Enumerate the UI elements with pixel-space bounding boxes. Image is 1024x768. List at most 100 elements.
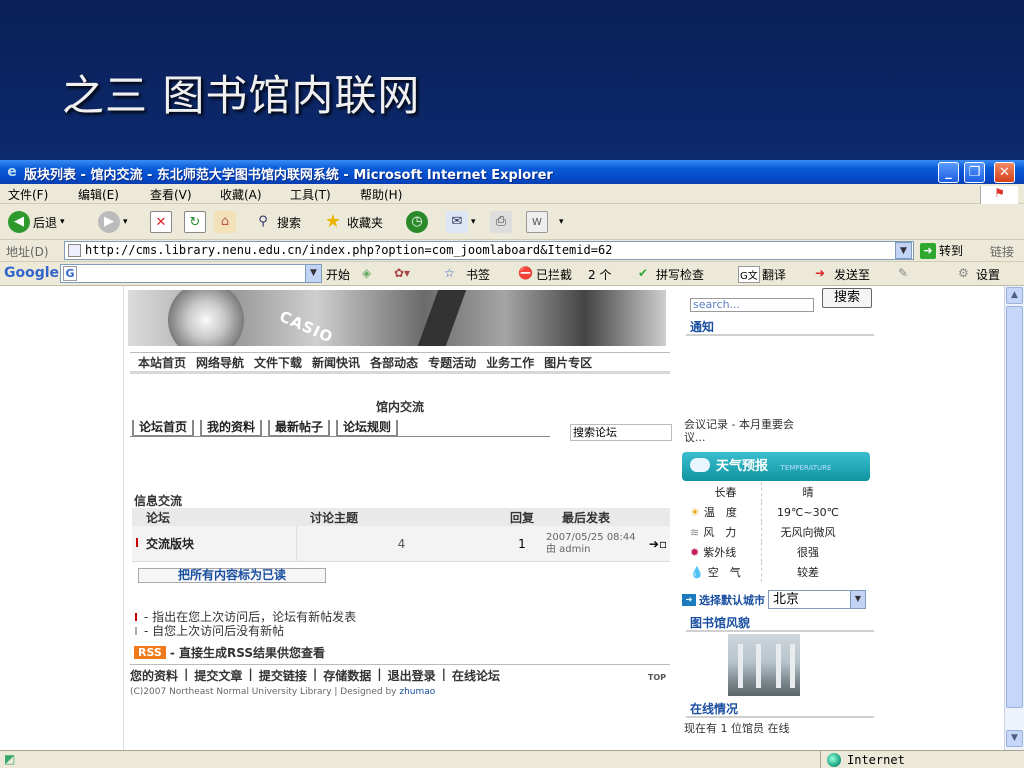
nav-downloads[interactable]: 文件下载 <box>254 354 302 371</box>
google-search-input[interactable]: G ▼ <box>60 264 322 283</box>
choose-default-city-button[interactable]: ➜ 选择默认城市 <box>682 592 765 608</box>
sidebar-search-button[interactable]: 搜索 <box>822 288 872 308</box>
menu-favorites[interactable]: 收藏(A) <box>220 186 262 203</box>
forum-tab-rules[interactable]: 论坛规则 <box>336 420 399 436</box>
menu-help[interactable]: 帮助(H) <box>360 186 402 203</box>
vertical-scrollbar[interactable]: ▲ ▼ <box>1004 286 1024 750</box>
google-news-icon[interactable]: ◈ <box>362 266 371 280</box>
google-pagerank-icon[interactable]: ✿▾ <box>394 266 410 280</box>
settings-button[interactable]: 设置 <box>976 266 1000 283</box>
address-input[interactable]: http://cms.library.nenu.edu.cn/index.php… <box>64 241 914 260</box>
footer-link-submit-link[interactable]: 提交链接 <box>259 667 307 684</box>
legend-no-new-posts: - 自您上次访问后没有新帖 <box>134 624 356 638</box>
home-icon: ⌂ <box>214 211 236 233</box>
library-photo[interactable] <box>728 634 800 696</box>
weather-title: 天气预报 <box>716 459 769 474</box>
rss-text: - 直接生成RSS结果供您查看 <box>169 646 325 660</box>
minimize-button[interactable]: _ <box>938 162 959 183</box>
sidebar-search-input[interactable]: search... <box>690 298 814 312</box>
restore-button[interactable]: ❐ <box>964 162 985 183</box>
footer-link-profile[interactable]: 您的资料 <box>130 667 178 684</box>
weather-label-air: 空 气 <box>707 566 741 579</box>
print-button[interactable]: ⎙ <box>490 210 512 234</box>
forum-search-input[interactable]: 搜索论坛 <box>570 424 672 441</box>
scroll-down-icon[interactable]: ▼ <box>1006 730 1023 747</box>
forum-tab-profile[interactable]: 我的资料 <box>200 420 263 436</box>
wind-icon: ≋ <box>690 525 700 539</box>
google-start-button[interactable]: 开始 <box>326 266 350 283</box>
rss-badge[interactable]: RSS <box>134 646 166 659</box>
nav-work[interactable]: 业务工作 <box>486 354 534 371</box>
page-footer: 您的资料 | 提交文章 | 提交链接 | 存储数据 | 退出登录 | 在线论坛 (C)20… <box>130 664 670 697</box>
translate-button[interactable]: 翻译 <box>762 266 786 283</box>
forward-button[interactable]: ▶ ▾ <box>98 210 128 234</box>
scroll-thumb[interactable] <box>1006 306 1023 708</box>
menu-edit[interactable]: 编辑(E) <box>78 186 119 203</box>
print-icon: ⎙ <box>490 211 512 233</box>
forum-tab-home[interactable]: 论坛首页 <box>132 420 195 436</box>
forum-name-link[interactable]: 交流版块 <box>132 535 296 552</box>
notice-item-link[interactable]: 会议记录 - 本月重要会 议... <box>684 418 794 444</box>
rss-row[interactable]: RSS - 直接生成RSS结果供您查看 <box>134 644 325 661</box>
search-button[interactable]: ⚲ 搜索 <box>252 210 301 234</box>
close-button[interactable]: ✕ <box>994 162 1015 183</box>
nav-department-news[interactable]: 各部动态 <box>370 354 418 371</box>
footer-link-logout[interactable]: 退出登录 <box>388 667 436 684</box>
city-dropdown-icon: ▼ <box>850 591 865 608</box>
mail-icon: ✉ <box>446 211 468 233</box>
back-dropdown-icon: ▾ <box>60 217 65 227</box>
footer-link-submit-article[interactable]: 提交文章 <box>194 667 242 684</box>
nav-events[interactable]: 专题活动 <box>428 354 476 371</box>
refresh-button[interactable]: ↻ <box>184 210 206 234</box>
nav-web-guide[interactable]: 网络导航 <box>196 354 244 371</box>
home-button[interactable]: ⌂ <box>214 210 236 234</box>
window-title: 版块列表 - 馆内交流 - 东北师范大学图书馆内联网系统 - Microsoft… <box>24 168 553 183</box>
scroll-up-icon[interactable]: ▲ <box>1006 287 1023 304</box>
google-search-dropdown-icon[interactable]: ▼ <box>305 265 321 282</box>
favorites-button[interactable]: ★ 收藏夹 <box>322 210 383 234</box>
spellcheck-button[interactable]: 拼写检查 <box>656 266 704 283</box>
info-section-title: 信息交流 <box>134 494 183 508</box>
city-selected-value: 北京 <box>773 592 800 607</box>
last-post-author: 由 admin <box>546 543 591 555</box>
nav-news[interactable]: 新闻快讯 <box>312 354 360 371</box>
city-select[interactable]: 北京 ▼ <box>768 590 866 609</box>
menu-file[interactable]: 文件(F) <box>8 186 48 203</box>
menu-view[interactable]: 查看(V) <box>150 186 192 203</box>
footer-link-storage[interactable]: 存储数据 <box>323 667 371 684</box>
forum-tab-latest[interactable]: 最新帖子 <box>268 420 331 436</box>
designer-link[interactable]: zhumao <box>399 687 435 697</box>
word-icon: W <box>526 211 548 233</box>
sun-icon: ☀ <box>690 505 700 519</box>
stop-button[interactable]: ✕ <box>150 210 172 234</box>
links-label[interactable]: 链接 <box>990 243 1014 260</box>
google-logo[interactable]: Google <box>4 265 59 281</box>
weather-label-temp: 温 度 <box>703 506 737 519</box>
edit-button[interactable]: W ▾ <box>526 210 564 234</box>
weather-city: 长春 <box>690 482 762 502</box>
popup-blocked-label[interactable]: 已拦截 <box>536 266 572 283</box>
banner-brand: CASIO <box>276 307 336 346</box>
mark-all-read-button[interactable]: 把所有内容标为已读 <box>138 568 326 583</box>
sendto-button[interactable]: 发送至 <box>834 266 870 283</box>
popup-blocked-icon: ⛔ <box>518 266 533 280</box>
title-bar[interactable]: e 版块列表 - 馆内交流 - 东北师范大学图书馆内联网系统 - Microso… <box>0 160 1024 184</box>
history-button[interactable]: ◷ <box>406 210 428 234</box>
spellcheck-icon: ✔ <box>638 266 649 280</box>
highlight-pen-icon[interactable]: ✎ <box>898 266 908 280</box>
nav-photos[interactable]: 图片专区 <box>544 354 592 371</box>
footer-link-forum[interactable]: 在线论坛 <box>452 667 500 684</box>
back-button[interactable]: ◀ 后退 ▾ <box>8 210 65 234</box>
back-to-top-link[interactable]: TOP <box>648 673 666 682</box>
menu-tools[interactable]: 工具(T) <box>290 186 331 203</box>
go-button[interactable]: ➜ 转到 <box>920 242 963 259</box>
weather-value-wind: 无风向微风 <box>780 526 836 539</box>
google-bookmarks-button[interactable]: 书签 <box>466 266 490 283</box>
mail-button[interactable]: ✉ ▾ <box>446 210 476 234</box>
nav-home[interactable]: 本站首页 <box>138 354 186 371</box>
right-gutter <box>880 286 1004 750</box>
goto-last-post-icon[interactable]: ➔▫ <box>646 537 670 551</box>
address-dropdown-icon[interactable]: ▼ <box>895 242 912 259</box>
table-row[interactable]: 交流版块 4 1 2007/05/25 08:44 由 admin ➔▫ <box>132 525 670 562</box>
header-replies: 回复 <box>509 510 534 525</box>
